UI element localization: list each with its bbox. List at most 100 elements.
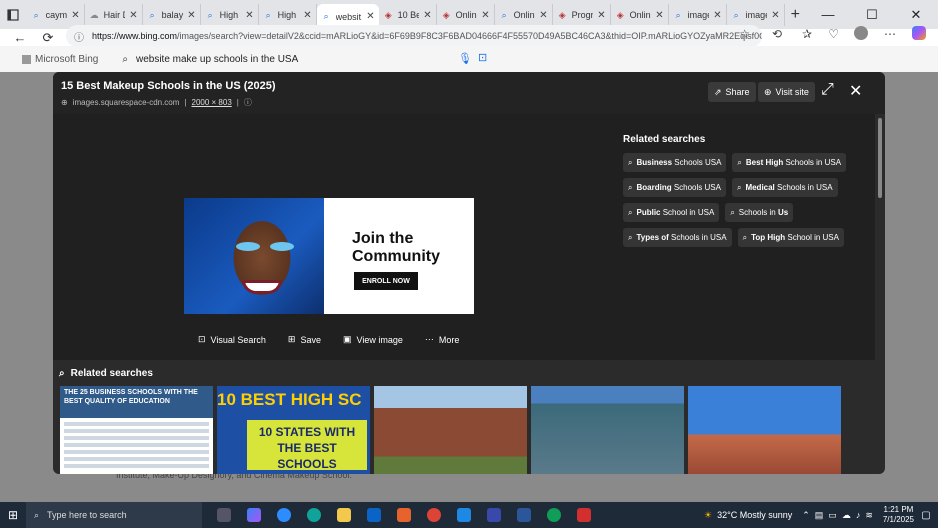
- browser-essentials-icon[interactable]: ♡: [828, 27, 839, 41]
- close-tab-icon[interactable]: ✕: [713, 10, 721, 21]
- modal-scrollbar[interactable]: [878, 118, 882, 198]
- view-image-button[interactable]: ▣ View image: [343, 334, 403, 345]
- close-tab-icon[interactable]: ✕: [771, 10, 779, 21]
- tab-actions-icon[interactable]: [0, 0, 27, 29]
- bing-search-box[interactable]: ⌕ website make up schools in the USA: [122, 54, 298, 65]
- browser-tab[interactable]: ◈ Online✕: [437, 4, 495, 26]
- close-tab-icon[interactable]: ✕: [597, 10, 605, 21]
- taskbar-search[interactable]: ⌕ Type here to search: [26, 502, 202, 528]
- new-tab-button[interactable]: +: [785, 6, 806, 24]
- related-search-chip[interactable]: ⌕ Boarding Schools USA: [623, 178, 726, 197]
- close-tab-icon[interactable]: ✕: [187, 10, 195, 21]
- browser-tab[interactable]: ◈ Progra✕: [553, 4, 611, 26]
- visual-search-icon[interactable]: ⊡: [478, 51, 487, 64]
- info-icon[interactable]: ⓘ: [74, 29, 84, 44]
- copilot-icon[interactable]: [912, 26, 926, 40]
- main-image[interactable]: Join the Community ENROLL NOW: [184, 198, 474, 314]
- close-icon[interactable]: ✕: [849, 81, 862, 101]
- close-window-button[interactable]: ✕: [894, 7, 938, 23]
- weather-widget[interactable]: ☀ 32°C Mostly sunny: [704, 510, 792, 521]
- edge-icon[interactable]: [300, 502, 328, 528]
- chevron-up-icon[interactable]: ⌃: [802, 510, 810, 521]
- wifi-icon[interactable]: ≋: [865, 510, 873, 521]
- close-tab-icon[interactable]: ✕: [71, 10, 79, 21]
- search-icon: ⌕: [323, 11, 329, 21]
- related-thumbnail[interactable]: [688, 386, 841, 474]
- browser-tab[interactable]: ⌕ High s✕: [201, 4, 259, 26]
- expand-icon[interactable]: ⤢: [821, 81, 834, 99]
- chrome-icon[interactable]: [420, 502, 448, 528]
- info-icon[interactable]: ⓘ: [244, 97, 252, 108]
- related-search-chip[interactable]: ⌕ Types of Schools in USA: [623, 228, 732, 247]
- visit-site-button[interactable]: ⊕ Visit site: [758, 82, 815, 102]
- save-button[interactable]: ⊞ Save: [288, 334, 321, 345]
- related-thumbnail[interactable]: THE 25 BUSINESS SCHOOLS WITH THE BEST QU…: [60, 386, 213, 474]
- browser-tab[interactable]: ◈ 10 Be ✕: [379, 4, 437, 26]
- profile-avatar[interactable]: [854, 26, 868, 40]
- clock[interactable]: 1:21 PM 7/1/2025: [883, 505, 914, 525]
- browser-tab[interactable]: ◈ Online✕: [611, 4, 669, 26]
- cloud-icon[interactable]: ☁: [842, 510, 851, 521]
- image-detail-modal: 15 Best Makeup Schools in the US (2025) …: [53, 72, 885, 474]
- close-tab-icon[interactable]: ✕: [655, 10, 663, 21]
- bing-logo[interactable]: Microsoft Bing: [22, 54, 98, 65]
- browser-tab[interactable]: ⌕ cayma✕: [27, 4, 85, 26]
- volume-icon[interactable]: ♪: [856, 510, 861, 521]
- related-search-chip[interactable]: ⌕ Top High School in USA: [737, 228, 844, 247]
- chip-label: Best High Schools in USA: [745, 158, 842, 167]
- source-domain[interactable]: images.squarespace-cdn.com: [73, 98, 180, 107]
- mic-icon[interactable]: 🎙: [458, 52, 472, 65]
- app-icon[interactable]: [480, 502, 508, 528]
- acrobat-icon[interactable]: [570, 502, 598, 528]
- visual-search-button[interactable]: ⊡ Visual Search: [198, 334, 266, 345]
- favorite-star-icon[interactable]: ☆: [739, 27, 750, 41]
- chrome-icon[interactable]: [540, 502, 568, 528]
- close-tab-icon[interactable]: ✕: [481, 10, 489, 21]
- more-icon[interactable]: ⋯: [884, 27, 896, 41]
- close-tab-icon[interactable]: ✕: [423, 10, 431, 21]
- related-search-chip[interactable]: ⌕ Schools in Us: [725, 203, 794, 222]
- browser-tab[interactable]: ⌕ balaya✕: [143, 4, 201, 26]
- task-view-icon[interactable]: [210, 502, 238, 528]
- file-explorer-icon[interactable]: [330, 502, 358, 528]
- related-search-chip[interactable]: ⌕ Best High Schools in USA: [732, 153, 847, 172]
- office-icon[interactable]: [390, 502, 418, 528]
- zoom-icon[interactable]: [270, 502, 298, 528]
- back-icon[interactable]: ←: [6, 30, 34, 45]
- network-icon[interactable]: ▤: [815, 510, 824, 521]
- windows-start-icon[interactable]: ⊞: [0, 508, 26, 522]
- refresh-icon[interactable]: ⟳: [34, 30, 62, 46]
- close-tab-icon[interactable]: ✕: [539, 10, 547, 21]
- word-icon[interactable]: [510, 502, 538, 528]
- minimize-button[interactable]: —: [806, 7, 850, 23]
- close-tab-icon[interactable]: ✕: [245, 10, 253, 21]
- modal-title[interactable]: 15 Best Makeup Schools in the US (2025): [61, 80, 276, 92]
- browser-tab[interactable]: ⌕ image✕: [727, 4, 785, 26]
- related-search-chip[interactable]: ⌕ Business Schools USA: [623, 153, 727, 172]
- close-tab-icon[interactable]: ✕: [303, 10, 311, 21]
- more-button[interactable]: ⋯ More: [425, 334, 460, 345]
- related-thumbnail[interactable]: [374, 386, 527, 474]
- related-thumbnail[interactable]: 10 BEST HIGH SC 10 STATES WITH THE BEST …: [217, 386, 370, 474]
- copilot-app-icon[interactable]: [240, 502, 268, 528]
- browser-tab[interactable]: ⌕ Online✕: [495, 4, 553, 26]
- close-tab-icon[interactable]: ✕: [366, 11, 374, 22]
- maximize-button[interactable]: ☐: [850, 7, 894, 23]
- extensions-icon[interactable]: ⟲: [772, 27, 782, 41]
- browser-tab[interactable]: ⌕ image✕: [669, 4, 727, 26]
- related-search-chip[interactable]: ⌕ Medical Schools in USA: [731, 178, 838, 197]
- related-thumbnail[interactable]: [531, 386, 684, 474]
- share-button[interactable]: ⇗ Share: [708, 82, 756, 102]
- notification-icon[interactable]: ▢: [914, 510, 938, 521]
- outlook-new-icon[interactable]: [450, 502, 478, 528]
- tab-title: High s: [219, 10, 242, 20]
- address-bar[interactable]: ⓘ https://www.bing.com/images/search?vie…: [66, 25, 762, 47]
- close-tab-icon[interactable]: ✕: [129, 10, 137, 21]
- favorites-icon[interactable]: ✰: [802, 27, 812, 41]
- related-search-chip[interactable]: ⌕ Public School in USA: [623, 203, 720, 222]
- outlook-icon[interactable]: [360, 502, 388, 528]
- image-dimensions[interactable]: 2000 × 803: [192, 98, 232, 107]
- browser-tab[interactable]: ☁ Hair D✕: [85, 4, 143, 26]
- battery-icon[interactable]: ▭: [828, 510, 837, 521]
- browser-tab[interactable]: ⌕ High s✕: [259, 4, 317, 26]
